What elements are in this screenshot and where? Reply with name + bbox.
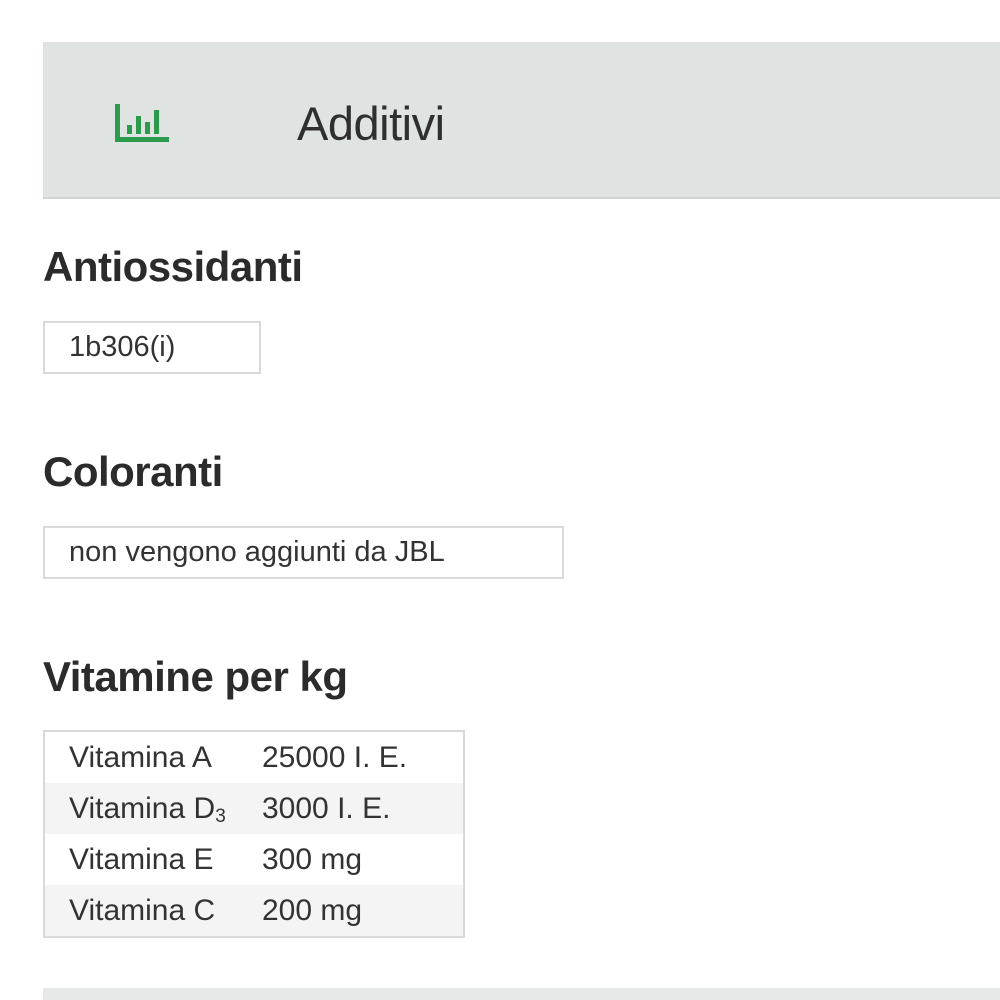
table-row: Vitamina E 300 mg [44, 834, 464, 885]
vitamin-name: Vitamina C [69, 894, 216, 927]
vitamin-value: 25000 I. E. [262, 741, 408, 774]
vitamin-value: 300 mg [262, 843, 363, 876]
table-row: Vitamina A 25000 I. E. [44, 731, 464, 783]
vitamin-value: 200 mg [262, 894, 363, 927]
vitamins-table: Vitamina A 25000 I. E. Vitamina D3 3000 … [43, 730, 465, 938]
vitamin-name: Vitamina A [69, 741, 212, 774]
vitamin-value: 3000 I. E. [262, 792, 391, 825]
vitamins-title: Vitamine per kg [43, 653, 348, 700]
colorants-value: non vengono aggiunti da JBL [43, 526, 564, 579]
vitamin-subscript: 3 [215, 806, 226, 827]
vitamin-name: Vitamina E [69, 843, 214, 876]
next-section-bar[interactable] [43, 988, 1000, 1000]
antioxidants-title: Antiossidanti [43, 243, 303, 290]
table-row: Vitamina D3 3000 I. E. [44, 783, 464, 834]
bar-chart-icon [115, 104, 169, 142]
antioxidants-value: 1b306(i) [43, 321, 261, 374]
table-row: Vitamina C 200 mg [44, 885, 464, 937]
additives-header[interactable] [43, 42, 1000, 199]
vitamin-name: Vitamina D3 [69, 792, 226, 827]
header-title: Additivi [297, 97, 445, 150]
colorants-title: Coloranti [43, 448, 223, 495]
